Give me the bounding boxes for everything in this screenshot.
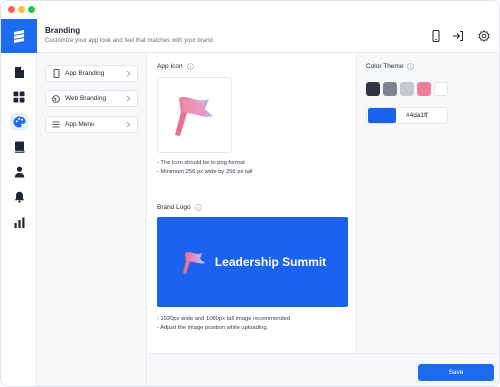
stack-logo-icon [14,30,24,43]
phone-icon [51,69,61,79]
grid-icon [13,91,25,103]
selected-color-chip[interactable] [368,108,396,123]
color-swatch[interactable] [400,82,414,96]
color-theme-panel: Color Theme #4da1ff [356,53,499,353]
color-hex-input[interactable]: #4da1ff [366,107,448,124]
sign-in-icon [453,31,463,41]
bell-icon [14,191,24,203]
info-icon[interactable] [186,63,194,70]
mobile-preview-button[interactable] [429,29,443,43]
window-minimize-dot[interactable] [18,6,25,13]
section-label-text: Brand Logo [157,204,191,211]
nav-item-label: App Branding [65,70,105,77]
app-icon-note: - Minimum 256 px wide by 256 px tall [157,168,253,175]
chevron-right-icon [124,95,132,103]
app-window: Branding Customize your app look and fee… [0,0,500,387]
nav-item-app-branding[interactable]: App Branding [45,65,138,82]
app-logo[interactable] [1,19,37,53]
sidebar-item-branding[interactable] [10,113,28,131]
mobile-device-icon [432,30,440,42]
bar-chart-icon [14,217,24,228]
sidebar-item-content[interactable] [10,138,28,156]
color-swatch[interactable] [383,82,397,96]
app-icon-upload[interactable] [157,77,232,153]
info-icon[interactable] [407,63,415,70]
app-icon-notes: - The icon should be in png format - Min… [157,159,252,176]
nav-item-label: Web Branding [65,95,107,102]
brand-logo-section-label: Brand Logo [157,204,202,211]
color-swatch[interactable] [434,82,448,96]
chevron-right-icon [124,121,132,129]
app-icon-section-label: App Icon [157,63,194,70]
section-label-text: Color Theme [366,63,404,70]
sidebar-item-notifications[interactable] [10,188,28,206]
brand-logo-text: Leadership Summit [214,255,327,269]
color-swatch[interactable] [366,82,380,96]
login-button[interactable] [451,29,465,43]
page-footer: Save [148,353,499,386]
sidebar-item-analytics[interactable] [10,213,28,231]
nav-item-web-branding[interactable]: Web Branding [45,90,138,107]
main-sidebar [1,53,37,386]
sidebar-item-users[interactable] [10,163,28,181]
page-title: Branding [45,26,81,35]
branding-nav-panel: App Branding Web Branding App Menu [37,53,147,386]
user-icon [14,166,24,178]
document-icon [14,66,24,78]
brand-logo-upload[interactable]: Leadership Summit [157,217,348,307]
section-label-text: App Icon [157,63,183,70]
hex-value-text: #4da1ff [406,112,428,119]
flag-logo-icon [182,252,205,274]
window-titlebar [1,1,499,19]
page-subtitle: Customize your app look and feel that ma… [45,38,215,44]
brand-logo-note: - Adjust the image position while upload… [157,324,269,331]
color-theme-section-label: Color Theme [366,63,415,70]
nav-item-label: App Menu [65,121,95,128]
flag-logo-icon [174,97,213,136]
nav-item-app-menu[interactable]: App Menu [45,116,138,133]
info-icon[interactable] [194,204,202,211]
page-header: Branding Customize your app look and fee… [1,19,499,53]
window-maximize-dot[interactable] [28,6,35,13]
app-icon-note: - The icon should be in png format [157,160,245,166]
gear-icon [478,30,490,42]
menu-list-icon [51,120,61,130]
palette-icon [13,116,25,128]
settings-button[interactable] [477,29,491,43]
color-swatch[interactable] [417,82,431,96]
sidebar-item-dashboard[interactable] [10,88,28,106]
chevron-right-icon [124,70,132,78]
save-button[interactable]: Save [418,364,494,381]
window-close-dot[interactable] [8,6,15,13]
branding-main-content: App Icon - The icon should be in png for… [148,53,356,353]
brand-logo-notes: - 1920px wide and 1080px tall image reco… [157,315,292,332]
sidebar-item-pages[interactable] [10,63,28,81]
book-icon [14,141,24,153]
globe-icon [51,94,61,104]
brand-logo-note: - 1920px wide and 1080px tall image reco… [157,316,292,322]
